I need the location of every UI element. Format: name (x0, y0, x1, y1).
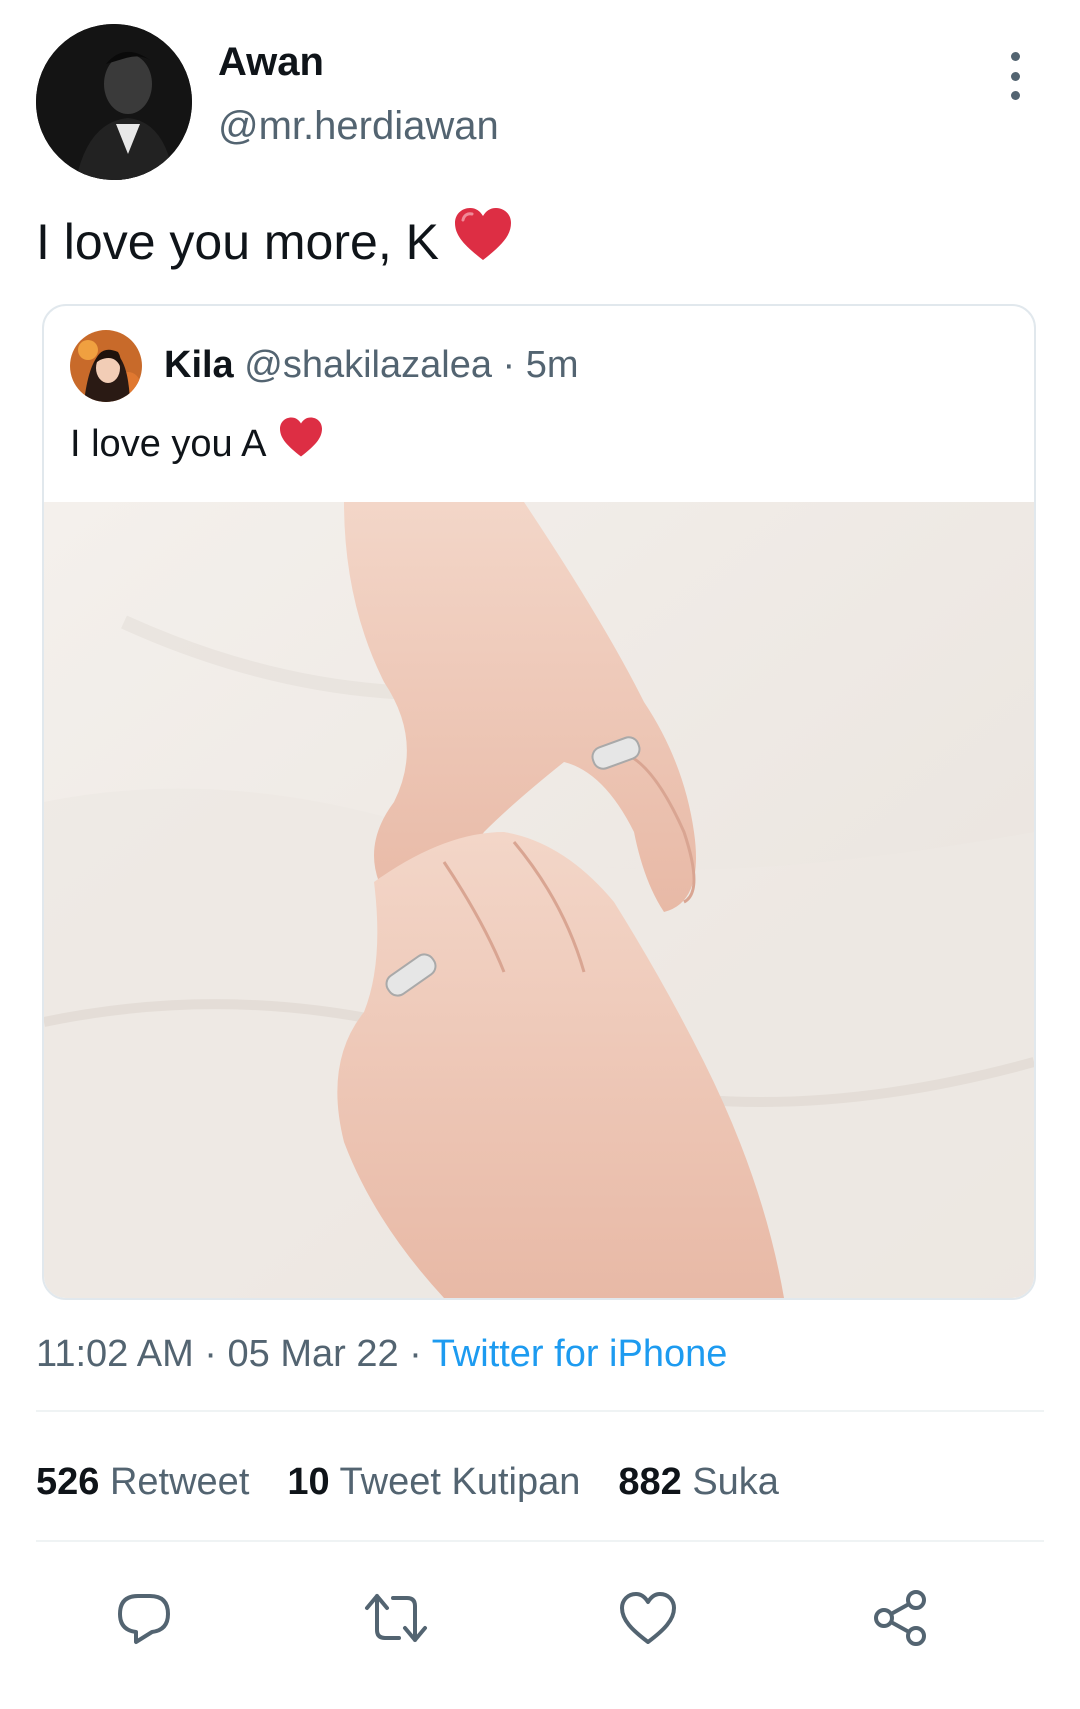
quoted-tweet-text: I love you A (70, 416, 324, 471)
quoted-author-avatar[interactable] (70, 330, 142, 402)
stat-label: Suka (692, 1461, 779, 1503)
divider (36, 1540, 1044, 1542)
author-avatar-photo (36, 24, 192, 180)
retweet-button[interactable] (358, 1580, 434, 1656)
quoted-text-content: I love you A (70, 422, 267, 465)
more-options-button[interactable] (995, 52, 1035, 100)
quoted-handle[interactable]: @shakilazalea (244, 344, 492, 386)
quoted-display-name[interactable]: Kila (164, 344, 234, 386)
stat-label: Retweet (109, 1461, 250, 1503)
more-dot-icon (1010, 91, 1020, 100)
tweet-text: I love you more, K (36, 206, 513, 277)
quoted-time: 5m (525, 344, 579, 386)
share-icon (874, 1590, 926, 1646)
tweet-action-bar (0, 1580, 1080, 1656)
more-dot-icon (1010, 71, 1020, 81)
quoted-tweet-card[interactable]: Kila @shakilazalea · 5m I love you A (42, 304, 1036, 1300)
share-button[interactable] (862, 1580, 938, 1656)
reply-button[interactable] (106, 1580, 182, 1656)
tweet-timestamp: 11:02 AM · 05 Mar 22 · (36, 1333, 422, 1375)
quoted-tweet-header: Kila @shakilazalea · 5m (164, 342, 579, 388)
stat-count: 10 (287, 1461, 330, 1503)
hands-with-rings-photo (44, 502, 1034, 1298)
stat-count: 526 (36, 1461, 100, 1503)
like-icon (620, 1592, 676, 1644)
author-handle[interactable]: @mr.herdiawan (218, 102, 499, 150)
author-avatar[interactable] (36, 24, 192, 180)
stat-retweets[interactable]: 526 Retweet (36, 1458, 249, 1506)
tweet-stats: 526 Retweet 10 Tweet Kutipan 882 Suka (36, 1458, 779, 1506)
quoted-avatar-photo (70, 330, 142, 402)
more-dot-icon (1010, 52, 1020, 61)
tweet-meta: 11:02 AM · 05 Mar 22 · Twitter for iPhon… (36, 1330, 727, 1378)
like-button[interactable] (610, 1580, 686, 1656)
stat-likes[interactable]: 882 Suka (618, 1458, 779, 1506)
reply-icon (118, 1594, 170, 1644)
tweet-text-content: I love you more, K (36, 213, 439, 270)
retweet-icon (365, 1594, 427, 1642)
stat-count: 882 (618, 1461, 682, 1503)
stat-label: Tweet Kutipan (339, 1461, 581, 1503)
author-display-name[interactable]: Awan (218, 38, 324, 86)
heart-emoji-icon (453, 206, 513, 277)
divider (36, 1410, 1044, 1412)
tweet-detail-page: Awan @mr.herdiawan I love you more, K Ki… (0, 0, 1080, 1709)
tweet-source-link[interactable]: Twitter for iPhone (432, 1333, 728, 1375)
heart-emoji-icon (278, 416, 324, 471)
stat-quote-tweets[interactable]: 10 Tweet Kutipan (287, 1458, 580, 1506)
quoted-tweet-image[interactable] (44, 502, 1034, 1298)
quoted-separator: · (502, 344, 516, 386)
